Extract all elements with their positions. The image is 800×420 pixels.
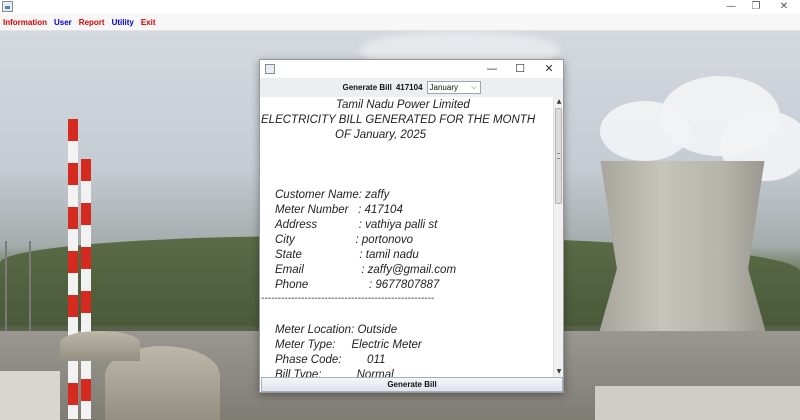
- red-white-chimney: [81, 159, 91, 419]
- bill-heading-line1: ELECTRICITY BILL GENERATED FOR THE MONTH: [261, 114, 536, 126]
- chevron-down-icon: ⌵: [471, 84, 477, 91]
- menu-utility[interactable]: Utility: [112, 18, 134, 27]
- phone: Phone : 9677807887: [275, 279, 440, 291]
- close-icon[interactable]: ✕: [535, 60, 563, 78]
- reactor-dome: [60, 331, 140, 361]
- restore-icon[interactable]: ❐: [743, 0, 769, 14]
- menu-user[interactable]: User: [54, 18, 72, 27]
- red-white-chimney: [68, 119, 78, 419]
- state: State : tamil nadu: [275, 249, 419, 261]
- minimize-icon[interactable]: —: [478, 60, 506, 78]
- scroll-up-icon[interactable]: ▲: [554, 97, 564, 107]
- phase-code: Phase Code: 011: [275, 354, 386, 366]
- main-title-bar: — ❐ ✕: [0, 0, 800, 14]
- generate-bill-dialog: — ☐ ✕ Generate Bill 417104 January ⌵ Tam…: [259, 59, 564, 393]
- scroll-thumb[interactable]: [555, 108, 562, 204]
- meter-number-label: 417104: [395, 83, 423, 92]
- separator-line: ----------------------------------------…: [261, 293, 435, 304]
- menu-information[interactable]: Information: [3, 18, 47, 27]
- menu-bar: Information User Report Utility Exit: [0, 14, 800, 31]
- company-name: Tamil Nadu Power Limited: [336, 99, 470, 111]
- city: City : portonovo: [275, 234, 414, 246]
- maximize-icon[interactable]: ☐: [506, 60, 534, 78]
- close-icon[interactable]: ✕: [771, 0, 797, 14]
- customer-name: Customer Name: zaffy: [275, 189, 390, 201]
- plant-building: [595, 386, 800, 420]
- meter-number: Meter Number : 417104: [275, 204, 403, 216]
- menu-report[interactable]: Report: [79, 18, 105, 27]
- plant-building: [0, 371, 60, 420]
- generate-bill-label: Generate Bill: [342, 83, 392, 92]
- minimize-icon[interactable]: —: [718, 0, 744, 14]
- java-app-icon: [265, 64, 275, 74]
- bill-text-area[interactable]: Tamil Nadu Power Limited ELECTRICITY BIL…: [261, 97, 553, 377]
- bill-heading-line2: OF January, 2025: [335, 129, 426, 141]
- meter-type: Meter Type: Electric Meter: [275, 339, 422, 351]
- month-select-value: January: [429, 83, 458, 92]
- java-app-icon: [2, 1, 13, 12]
- vertical-scrollbar[interactable]: ▲ ▼: [553, 97, 563, 377]
- dialog-title-bar: — ☐ ✕: [260, 60, 563, 78]
- email: Email : zaffy@gmail.com: [275, 264, 457, 276]
- scroll-down-icon[interactable]: ▼: [554, 367, 564, 377]
- month-select[interactable]: January ⌵: [426, 81, 481, 94]
- bill-header-panel: Generate Bill 417104 January ⌵: [260, 78, 563, 97]
- menu-exit[interactable]: Exit: [141, 18, 156, 27]
- generate-bill-button[interactable]: Generate Bill: [261, 377, 563, 392]
- bill-type: Bill Type: Normal: [275, 369, 394, 377]
- meter-location: Meter Location: Outside: [275, 324, 398, 336]
- address: Address : vathiya palli st: [275, 219, 438, 231]
